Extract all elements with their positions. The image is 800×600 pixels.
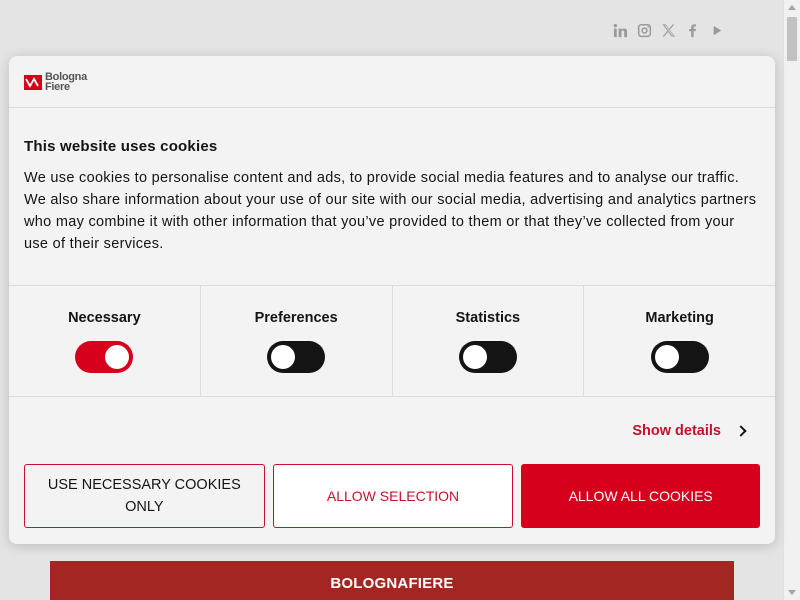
toggle-knob: [271, 345, 296, 369]
social-links: [612, 22, 724, 38]
page-scrollbar[interactable]: [783, 0, 800, 600]
cookie-consent-dialog: Bologna Fiere This website uses cookies …: [9, 56, 775, 544]
logo-text-line2: Fiere: [45, 80, 70, 93]
logo-text-line1: Bologna: [45, 70, 87, 83]
bolognafiere-logo: Bologna Fiere: [23, 70, 87, 93]
toggle-knob: [654, 345, 679, 369]
allow-all-cookies-button[interactable]: ALLOW ALL COOKIES: [521, 464, 761, 528]
consent-buttons: USE NECESSARY COOKIES ONLY ALLOW SELECTI…: [9, 464, 775, 528]
category-necessary: Necessary: [9, 286, 201, 396]
chevron-right-icon: [735, 424, 747, 437]
category-marketing: Marketing: [584, 286, 775, 396]
logo-mark-icon: [24, 74, 42, 90]
scroll-up-arrow-icon[interactable]: [788, 5, 796, 10]
show-details-label: Show details: [632, 422, 721, 439]
scroll-down-arrow-icon[interactable]: [788, 590, 796, 595]
dialog-header: Bologna Fiere: [9, 56, 775, 108]
details-row: Show details: [9, 397, 775, 464]
category-label: Preferences: [254, 310, 338, 326]
x-icon[interactable]: [660, 22, 676, 38]
category-label: Statistics: [455, 310, 521, 326]
dialog-body: This website uses cookies We use cookies…: [9, 108, 775, 286]
cookie-categories: Necessary Preferences Statistics Marketi…: [9, 286, 775, 397]
toggle-knob: [462, 345, 487, 369]
linkedin-icon[interactable]: [612, 22, 628, 38]
category-statistics: Statistics: [393, 286, 585, 396]
category-label: Marketing: [645, 310, 714, 326]
use-necessary-cookies-button[interactable]: USE NECESSARY COOKIES ONLY: [24, 464, 265, 528]
dialog-title: This website uses cookies: [24, 138, 218, 155]
allow-selection-button[interactable]: ALLOW SELECTION: [272, 464, 514, 528]
instagram-icon[interactable]: [636, 22, 652, 38]
marketing-toggle[interactable]: [650, 341, 709, 373]
category-label: Necessary: [68, 310, 141, 326]
youtube-icon[interactable]: [708, 22, 724, 38]
preferences-toggle[interactable]: [267, 341, 326, 373]
category-preferences: Preferences: [201, 286, 393, 396]
dialog-description: We use cookies to personalise content an…: [24, 170, 757, 252]
facebook-icon[interactable]: [684, 22, 700, 38]
toggle-knob: [105, 345, 130, 369]
scrollbar-thumb[interactable]: [787, 17, 797, 61]
show-details-link[interactable]: Show details: [632, 422, 747, 439]
necessary-toggle[interactable]: [75, 341, 134, 373]
bolognafiere-banner[interactable]: BOLOGNAFIERE: [50, 561, 734, 600]
statistics-toggle[interactable]: [458, 341, 517, 373]
